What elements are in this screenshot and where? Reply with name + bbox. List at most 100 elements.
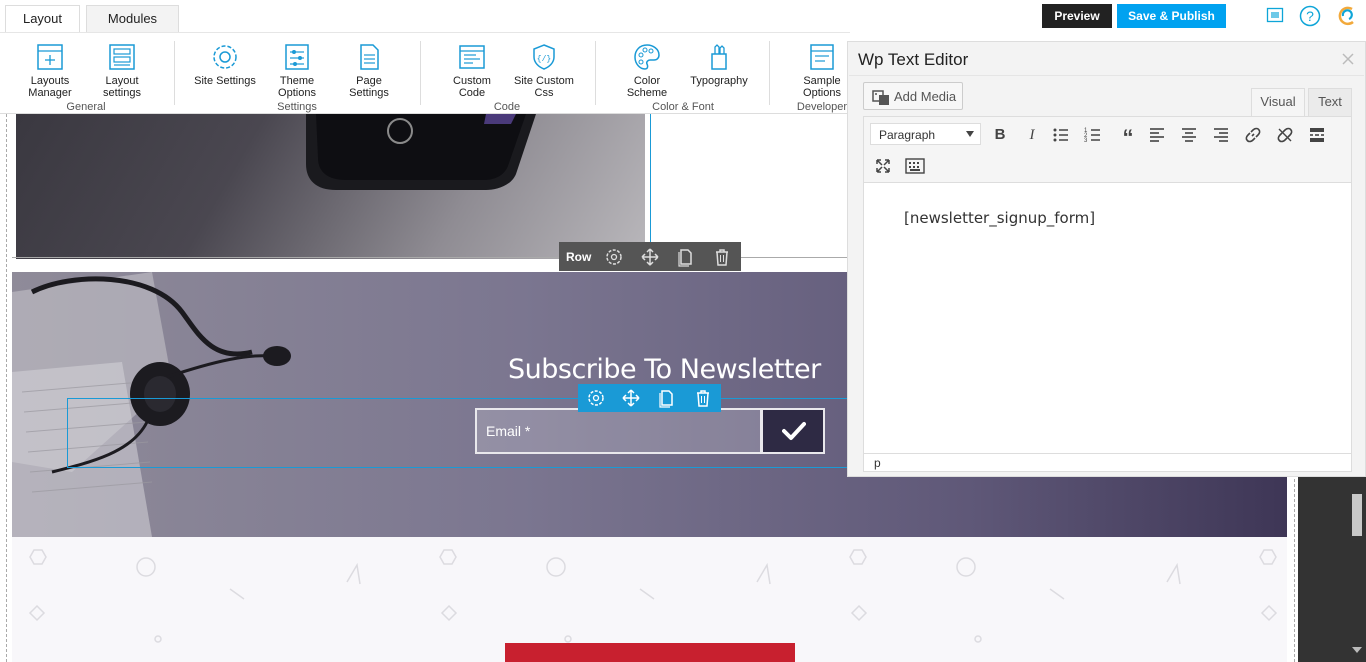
close-icon[interactable]	[1341, 52, 1355, 66]
loader-logo-icon	[1336, 5, 1358, 29]
italic-icon[interactable]: I	[1020, 123, 1044, 147]
ribbon-divider	[595, 41, 596, 105]
pattern-section	[12, 537, 1287, 662]
tab-modules[interactable]: Modules	[86, 5, 179, 32]
svg-text:3: 3	[1084, 138, 1088, 144]
module-settings-icon[interactable]	[586, 388, 606, 408]
red-banner	[505, 643, 795, 662]
row-delete-icon[interactable]	[712, 247, 732, 267]
format-select[interactable]: Paragraph	[870, 123, 981, 145]
tab-visual[interactable]: Visual	[1251, 88, 1305, 116]
align-left-icon[interactable]	[1148, 126, 1166, 144]
tab-text[interactable]: Text	[1308, 88, 1352, 116]
chevron-down-icon	[966, 131, 974, 137]
bold-icon[interactable]: B	[988, 123, 1012, 147]
site-css-icon: {/}	[529, 42, 559, 72]
sample-options-button[interactable]: Sample Options	[792, 42, 852, 99]
theme-options-button[interactable]: Theme Options	[268, 42, 326, 99]
sample-options-icon	[807, 42, 837, 72]
scroll-down-arrow-icon[interactable]	[1352, 647, 1362, 653]
column-guide	[650, 114, 651, 254]
align-right-icon[interactable]	[1212, 126, 1230, 144]
save-publish-button[interactable]: Save & Publish	[1117, 4, 1226, 28]
site-custom-css-button[interactable]: {/} Site Custom Css	[510, 42, 578, 99]
color-scheme-label: Color Scheme	[626, 75, 668, 99]
fullscreen-icon[interactable]	[874, 157, 892, 175]
group-label-developer: Developer	[796, 101, 848, 113]
numbered-list-icon[interactable]: 123	[1084, 126, 1102, 144]
bullet-list-icon[interactable]	[1052, 126, 1070, 144]
page-scrollbar[interactable]	[1298, 477, 1366, 662]
editor-title: Wp Text Editor	[858, 50, 969, 69]
format-select-value: Paragraph	[879, 128, 936, 142]
blockquote-icon[interactable]: “	[1116, 123, 1140, 150]
module-move-icon[interactable]	[621, 388, 641, 408]
read-more-icon[interactable]	[1308, 126, 1326, 144]
checkmark-icon	[782, 421, 806, 441]
page-settings-label: Page Settings	[349, 75, 389, 99]
page-settings-button[interactable]: Page Settings	[340, 42, 398, 99]
align-center-icon[interactable]	[1180, 126, 1198, 144]
unlink-icon[interactable]	[1276, 126, 1294, 144]
column-guide	[6, 114, 7, 662]
page-settings-icon	[354, 42, 384, 72]
typography-icon	[704, 42, 734, 72]
layout-settings-label: Layout settings	[103, 75, 141, 99]
status-path: p	[874, 456, 881, 470]
layouts-manager-label: Layouts Manager	[28, 75, 72, 99]
row-move-icon[interactable]	[640, 247, 660, 267]
ribbon-divider	[174, 41, 175, 105]
editor-box: Paragraph B I 123 “ [newsletter_signup_f…	[863, 116, 1352, 472]
site-settings-label: Site Settings	[194, 75, 256, 87]
row-label: Row	[566, 250, 592, 264]
preview-frame-icon[interactable]	[1266, 7, 1284, 23]
theme-options-label: Theme Options	[278, 75, 316, 99]
ribbon-divider	[769, 41, 770, 105]
editor-toolbar: Paragraph B I 123 “	[864, 117, 1351, 183]
email-placeholder: Email *	[486, 423, 531, 439]
toolbar-toggle-icon[interactable]	[905, 157, 925, 175]
add-media-button[interactable]: Add Media	[863, 82, 963, 110]
module-duplicate-icon[interactable]	[657, 388, 677, 408]
module-delete-icon[interactable]	[693, 388, 713, 408]
layout-settings-icon	[107, 42, 137, 72]
color-scheme-icon	[632, 42, 662, 72]
top-bar: Layout Modules Preview Save & Publish ?	[0, 0, 1366, 33]
typography-label: Typography	[690, 75, 748, 87]
custom-code-label: Custom Code	[453, 75, 491, 99]
sample-options-label: Sample Options	[803, 75, 841, 99]
layouts-manager-icon	[35, 42, 65, 72]
svg-text:{/}: {/}	[537, 55, 551, 64]
typography-button[interactable]: Typography	[685, 42, 753, 87]
color-scheme-button[interactable]: Color Scheme	[617, 42, 677, 99]
ribbon-divider	[420, 41, 421, 105]
row-settings-icon[interactable]	[604, 247, 624, 267]
link-icon[interactable]	[1244, 126, 1262, 144]
row-toolbar: Row	[559, 242, 741, 271]
layouts-manager-button[interactable]: Layouts Manager	[18, 42, 82, 99]
group-label-settings: Settings	[277, 101, 317, 113]
theme-options-icon	[282, 42, 312, 72]
row-duplicate-icon[interactable]	[676, 247, 696, 267]
ribbon-toolbar: Layouts Manager Layout settings General …	[0, 32, 850, 114]
layout-settings-button[interactable]: Layout settings	[92, 42, 152, 99]
site-settings-icon	[210, 42, 240, 72]
scrollbar-thumb[interactable]	[1352, 494, 1362, 536]
editor-content[interactable]: [newsletter_signup_form]	[904, 209, 1095, 227]
add-media-label: Add Media	[894, 89, 957, 104]
subscribe-submit-button[interactable]	[761, 408, 825, 454]
media-icon	[872, 88, 890, 106]
site-settings-button[interactable]: Site Settings	[190, 42, 260, 87]
help-icon[interactable]: ?	[1299, 5, 1321, 27]
group-label-code: Code	[493, 101, 521, 113]
module-toolbar	[578, 384, 721, 412]
custom-code-button[interactable]: Custom Code	[442, 42, 502, 99]
preview-button[interactable]: Preview	[1042, 4, 1112, 28]
custom-code-icon	[457, 42, 487, 72]
tab-layout[interactable]: Layout	[5, 5, 80, 33]
group-label-general: General	[66, 101, 106, 113]
site-custom-css-label: Site Custom Css	[514, 75, 574, 99]
email-field[interactable]: Email *	[475, 408, 762, 454]
hero-image	[16, 114, 645, 259]
group-label-color-font: Color & Font	[652, 101, 714, 113]
